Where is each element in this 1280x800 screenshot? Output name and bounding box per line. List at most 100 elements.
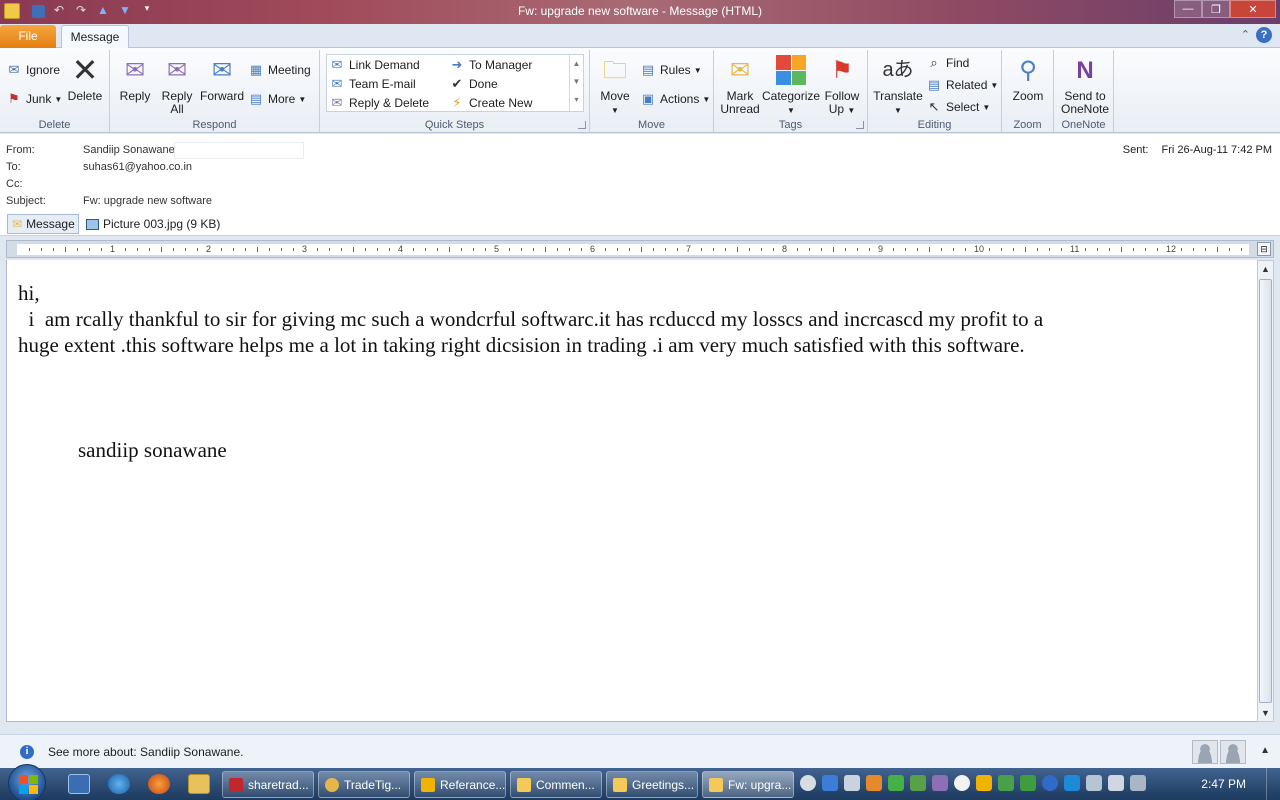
window-title: Fw: upgrade new software - Message (HTML… (517, 4, 763, 18)
move-button[interactable]: 🗀 Move ▼ (596, 54, 634, 117)
send-to-onenote-button[interactable]: N Send to OneNote (1058, 54, 1112, 116)
tray-app-icon[interactable] (998, 775, 1014, 791)
actions-button[interactable]: ▣ Actions ▼ (640, 90, 710, 108)
tab-file[interactable]: File (0, 25, 56, 48)
ruler-tick (713, 248, 714, 251)
reply-button[interactable]: ✉ Reply (116, 54, 154, 103)
close-button[interactable]: ✕ (1230, 0, 1276, 18)
ruler-tick (941, 248, 942, 251)
body-line-2: huge extent .this software helps me a lo… (18, 333, 1025, 357)
chevron-down-icon: ▼ (702, 94, 711, 104)
people-pane-text[interactable]: See more about: Sandiip Sonawane. (48, 745, 243, 759)
taskbar-button-greetings[interactable]: Greetings... (606, 771, 698, 798)
follow-up-button[interactable]: ⚑ Follow Up ▼ (820, 54, 864, 117)
firefox-icon[interactable] (148, 774, 170, 794)
maximize-button[interactable]: ❐ (1202, 0, 1230, 18)
tray-chat-icon[interactable] (954, 775, 970, 791)
taskbar-clock[interactable]: 2:47 PM (1201, 777, 1246, 791)
view-ruler-toggle[interactable]: ⊟ (1257, 242, 1271, 256)
taskbar-button-sharetrad[interactable]: sharetrad... (222, 771, 314, 798)
quick-steps-scroll[interactable]: ▲ ▼ ▾ (569, 55, 583, 111)
help-icon[interactable]: ? (1256, 27, 1272, 43)
find-button[interactable]: ⌕ Find (926, 54, 969, 72)
message-body[interactable]: hi, i am rcally thankful to sir for givi… (6, 260, 1257, 722)
to-value[interactable]: suhas61@yahoo.co.in (83, 161, 192, 173)
delete-group: ✉ Ignore ⚑ Junk ▼ ✕ Delete Delete (0, 50, 110, 132)
tray-app-icon[interactable] (1086, 775, 1102, 791)
volume-icon[interactable] (844, 775, 860, 791)
scroll-up-arrow[interactable]: ▲ (1258, 261, 1273, 277)
junk-button[interactable]: ⚑ Junk ▼ (6, 90, 62, 108)
vertical-scrollbar[interactable]: ▲ ▼ (1257, 260, 1274, 722)
ruler-tick (245, 248, 246, 251)
tab-message[interactable]: Message (61, 25, 129, 49)
minimize-ribbon-icon[interactable]: ⌃ (1241, 28, 1250, 41)
tags-group-label: Tags (778, 119, 803, 131)
minimize-button[interactable]: — (1174, 0, 1202, 18)
network-icon[interactable] (1130, 775, 1146, 791)
related-button[interactable]: ▤ Related ▼ (926, 76, 998, 94)
ruler-tick (161, 247, 162, 252)
taskbar-button-fw-upgrade[interactable]: Fw: upgra... (702, 771, 794, 798)
message-tab-button[interactable]: ✉ Message (7, 214, 79, 234)
tray-app-icon[interactable] (800, 775, 816, 791)
tray-app-icon[interactable] (822, 775, 838, 791)
avatar[interactable] (1192, 740, 1218, 764)
from-value[interactable]: Sandiip Sonawane (83, 144, 175, 156)
quick-step-reply-delete[interactable]: ✉ Reply & Delete (329, 94, 430, 112)
select-button[interactable]: ↖ Select ▼ (926, 98, 991, 116)
attachment-picture[interactable]: Picture 003.jpg (9 KB) (86, 215, 220, 233)
scroll-down-arrow[interactable]: ▼ (1258, 705, 1273, 721)
dialog-launcher-icon[interactable] (578, 121, 586, 129)
tray-app-icon[interactable] (910, 775, 926, 791)
tray-outlook-icon[interactable] (976, 775, 992, 791)
person-icon (1224, 743, 1242, 763)
ruler-tick (1133, 248, 1134, 251)
tray-app-icon[interactable] (1108, 775, 1124, 791)
forward-button[interactable]: ✉ Forward (200, 54, 244, 103)
more-button[interactable]: ▤ More ▼ (248, 90, 306, 108)
ruler-number: 8 (782, 244, 788, 254)
expand-people-pane-icon[interactable]: ▲ (1260, 745, 1270, 756)
dialog-launcher-icon[interactable] (856, 121, 864, 129)
categorize-button[interactable]: Categorize ▼ (762, 54, 820, 117)
taskbar-button-referance[interactable]: Referance... (414, 771, 506, 798)
tray-app-icon[interactable] (888, 775, 904, 791)
ruler-number: 10 (974, 244, 985, 254)
quick-step-to-manager[interactable]: ➜ To Manager (449, 56, 533, 74)
ruler[interactable]: 1 2 3 4 5 6 7 8 9 10 11 12 ⊟ (6, 240, 1274, 258)
scroll-thumb[interactable] (1259, 279, 1272, 703)
ruler-tick (1061, 248, 1062, 251)
avatar[interactable] (1220, 740, 1246, 764)
tray-bluetooth-icon[interactable] (1042, 775, 1058, 791)
respond-group: ✉ Reply ✉ Reply All ✉ Forward ▦ Meeting … (110, 50, 320, 132)
taskbar-button-commen[interactable]: Commen... (510, 771, 602, 798)
zoom-button[interactable]: ⚲ Zoom (1006, 54, 1050, 103)
tray-app-icon[interactable] (866, 775, 882, 791)
quick-step-link-demand[interactable]: ✉ Link Demand (329, 56, 420, 74)
internet-explorer-icon[interactable] (108, 774, 130, 794)
ruler-tick (473, 248, 474, 251)
delete-button[interactable]: ✕ Delete (66, 54, 104, 103)
tray-app-icon[interactable] (932, 775, 948, 791)
editing-group-label: Editing (917, 119, 952, 131)
translate-button[interactable]: aあ Translate ▼ (872, 54, 924, 117)
file-explorer-icon[interactable] (188, 774, 210, 794)
quick-step-team-email[interactable]: ✉ Team E-mail (329, 75, 416, 93)
show-desktop-button[interactable] (1266, 768, 1280, 800)
show-desktop-icon[interactable] (68, 774, 90, 794)
mark-unread-button[interactable]: ✉ Mark Unread (718, 54, 762, 116)
ruler-tick (845, 248, 846, 251)
start-button[interactable] (8, 764, 46, 800)
ruler-tick (1097, 248, 1098, 251)
windows-logo-yellow (29, 785, 38, 794)
reply-all-button[interactable]: ✉ Reply All (158, 54, 196, 116)
tray-app-icon[interactable] (1020, 775, 1036, 791)
quick-step-done[interactable]: ✔ Done (449, 75, 498, 93)
tray-app-icon[interactable] (1064, 775, 1080, 791)
rules-button[interactable]: ▤ Rules ▼ (640, 61, 702, 79)
taskbar-button-tradetig[interactable]: TradeTig... (318, 771, 410, 798)
meeting-button[interactable]: ▦ Meeting (248, 61, 311, 79)
ignore-button[interactable]: ✉ Ignore (6, 61, 60, 79)
quick-step-create-new[interactable]: ⚡ Create New (449, 94, 532, 112)
